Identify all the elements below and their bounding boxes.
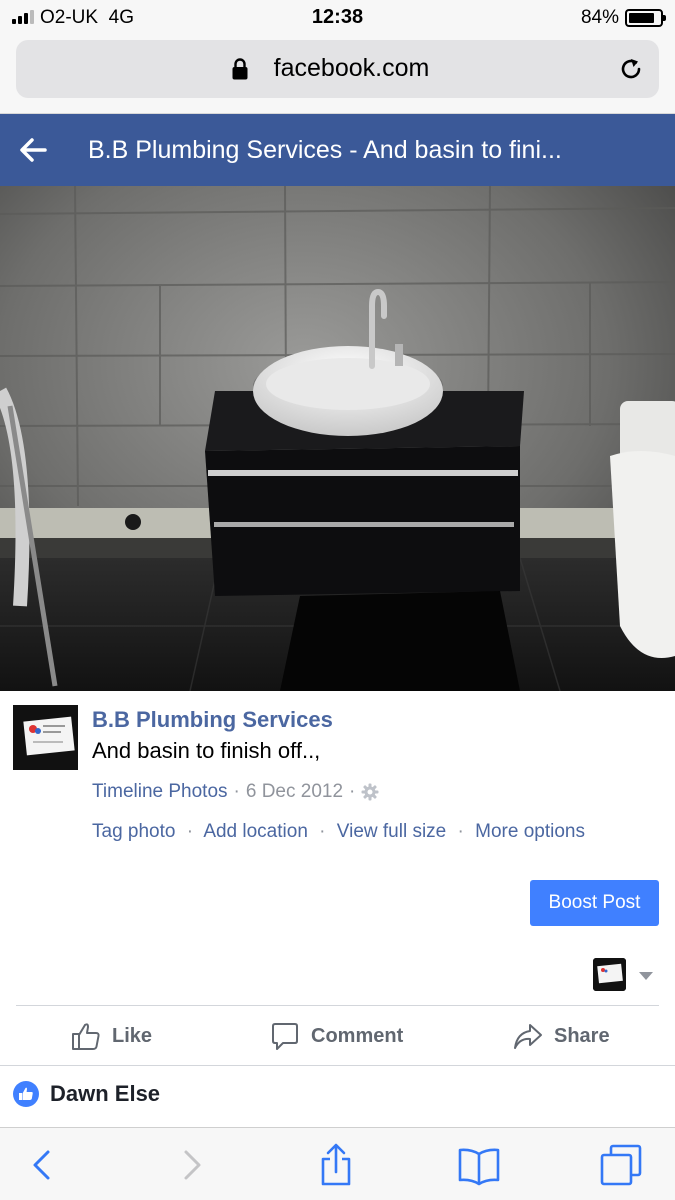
chevron-down-icon[interactable]: [638, 971, 654, 981]
reactor-name[interactable]: Dawn Else: [50, 1081, 160, 1107]
battery-icon: [625, 9, 666, 27]
bookmarks-icon[interactable]: [456, 1142, 502, 1188]
separator: ·: [319, 821, 326, 842]
reload-icon[interactable]: [617, 55, 645, 83]
thumbs-up-icon: [72, 1023, 100, 1050]
battery-percent: 84%: [580, 7, 619, 28]
action-bar: Like Comment Share: [0, 1006, 675, 1066]
comment-label: Comment: [311, 1024, 404, 1047]
post-date[interactable]: 6 Dec 2012: [246, 781, 343, 803]
url-text[interactable]: facebook.com: [16, 54, 659, 83]
separator: ·: [349, 781, 356, 802]
boost-post-button[interactable]: Boost Post: [530, 880, 659, 926]
clock: 12:38: [311, 6, 364, 28]
post-details: B.B Plumbing Services And basin to finis…: [0, 691, 675, 1071]
page-name-link[interactable]: B.B Plumbing Services: [92, 707, 333, 733]
view-full-size-link[interactable]: View full size: [337, 821, 446, 842]
photo-actions: Tag photo · Add location · View full siz…: [92, 821, 585, 843]
separator: ·: [186, 821, 194, 842]
album-link[interactable]: Timeline Photos: [92, 781, 228, 803]
separator: ·: [233, 781, 240, 802]
gear-icon[interactable]: [361, 783, 379, 801]
fb-header: B.B Plumbing Services - And basin to fin…: [0, 114, 675, 186]
page-title: B.B Plumbing Services - And basin to fin…: [88, 136, 562, 164]
comment-button[interactable]: Comment: [269, 1020, 403, 1052]
post-photo[interactable]: [0, 186, 675, 691]
back-icon[interactable]: [20, 1142, 66, 1188]
address-bar[interactable]: facebook.com: [16, 40, 659, 98]
like-label: Like: [112, 1024, 153, 1047]
browser-toolbar: [0, 1127, 675, 1200]
separator: ·: [457, 821, 464, 842]
share-arrow-icon: [514, 1024, 542, 1049]
tabs-icon[interactable]: [598, 1142, 644, 1188]
post-meta: Timeline Photos · 6 Dec 2012 ·: [92, 781, 379, 803]
add-location-link[interactable]: Add location: [203, 821, 308, 842]
forward-icon[interactable]: [168, 1142, 214, 1188]
more-options-link[interactable]: More options: [475, 821, 585, 842]
like-badge-icon: [13, 1081, 39, 1107]
post-text: And basin to finish off..,: [92, 738, 321, 763]
share-icon[interactable]: [313, 1142, 359, 1188]
reactions-row[interactable]: Dawn Else: [0, 1066, 675, 1126]
like-button[interactable]: Like: [70, 1020, 152, 1052]
status-bar: O2-UK 4G 12:38 84%: [0, 0, 675, 36]
tag-photo-link[interactable]: Tag photo: [92, 821, 175, 842]
share-label: Share: [554, 1024, 610, 1047]
back-arrow-icon[interactable]: [18, 136, 48, 164]
poster-avatar[interactable]: [593, 958, 626, 991]
comment-icon: [272, 1023, 298, 1050]
share-button[interactable]: Share: [512, 1020, 610, 1052]
browser-address-area: facebook.com: [0, 36, 675, 114]
page-avatar[interactable]: [13, 705, 78, 770]
